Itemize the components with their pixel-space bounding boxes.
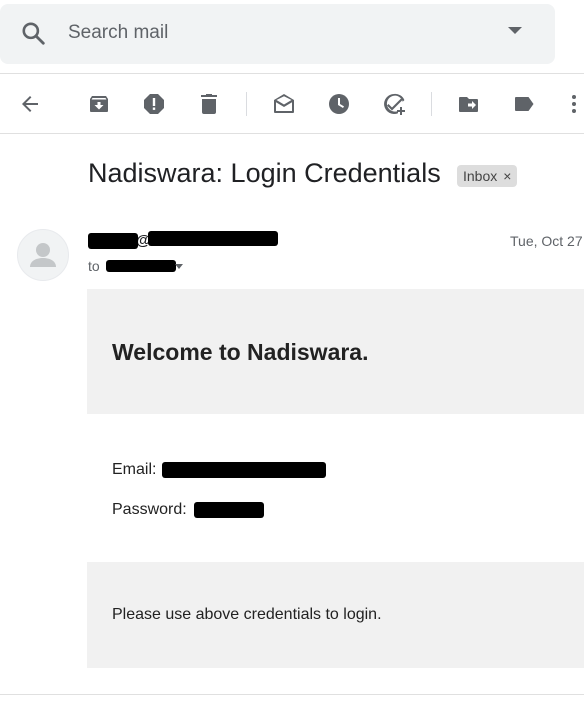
footer-text: Please use above credentials to login. [112, 606, 382, 623]
divider [0, 694, 584, 695]
snooze-button[interactable] [323, 88, 355, 120]
move-to-button[interactable] [453, 88, 485, 120]
search-icon[interactable] [20, 20, 46, 46]
person-icon [30, 243, 56, 267]
snooze-icon [329, 94, 349, 114]
to-label: to [88, 258, 100, 274]
report-spam-button[interactable] [138, 88, 170, 120]
labels-icon [515, 97, 534, 111]
recipient-line: to [88, 258, 176, 274]
password-label: Password: [112, 501, 187, 518]
avatar[interactable] [17, 229, 69, 281]
more-options-button[interactable] [558, 88, 584, 120]
password-field-row: Password: [112, 501, 264, 519]
redacted-email-link[interactable] [162, 462, 326, 478]
remove-label-close-icon[interactable]: × [503, 168, 511, 184]
back-button[interactable] [14, 88, 46, 120]
redacted-password [194, 502, 264, 518]
report-spam-icon [144, 94, 164, 114]
welcome-heading: Welcome to Nadiswara. [112, 339, 369, 365]
toolbar-separator [246, 92, 247, 116]
archive-icon [90, 96, 108, 112]
toolbar-separator [431, 92, 432, 116]
delete-button[interactable] [193, 88, 225, 120]
search-input[interactable] [68, 20, 488, 46]
labels-button[interactable] [508, 88, 540, 120]
more-icon [572, 95, 576, 113]
email-field-row: Email: [112, 461, 326, 479]
show-details-chevron-down-icon[interactable] [175, 264, 183, 269]
label-chip-text: Inbox [463, 168, 498, 184]
mark-unread-button[interactable] [268, 88, 300, 120]
add-to-tasks-icon [384, 93, 405, 115]
archive-button[interactable] [83, 88, 115, 120]
email-date: Tue, Oct 27 [510, 233, 583, 249]
divider [0, 73, 584, 74]
mark-unread-icon [274, 94, 294, 113]
delete-icon [201, 94, 217, 114]
email-subject: Nadiswara: Login Credentials [88, 158, 441, 188]
divider [0, 133, 584, 134]
move-to-icon [459, 97, 478, 112]
email-label: Email: [112, 461, 157, 478]
back-icon [22, 96, 38, 112]
inbox-label-chip[interactable]: Inbox × [457, 165, 518, 187]
search-options-chevron-down-icon[interactable] [508, 27, 522, 34]
add-to-tasks-button[interactable] [378, 88, 410, 120]
sender-email[interactable]: @nadiswara.com [88, 231, 278, 249]
